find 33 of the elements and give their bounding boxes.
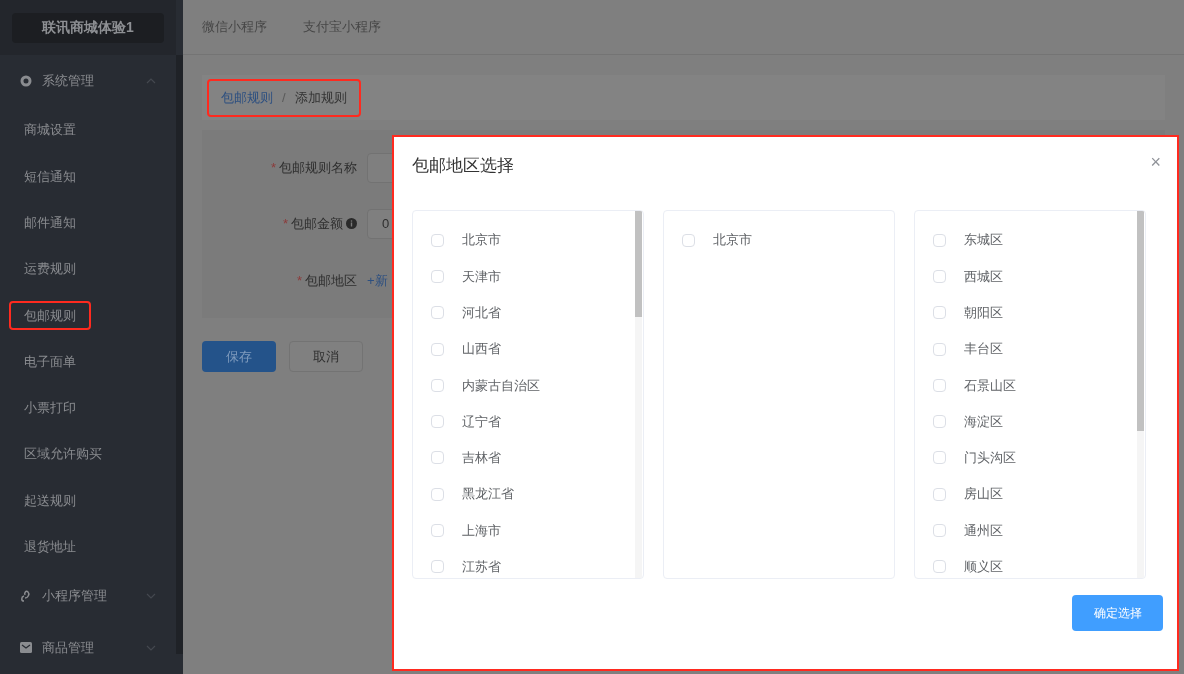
region-name: 东城区 xyxy=(964,231,1003,250)
menu-group-label: 系统管理 xyxy=(42,72,95,91)
menu-group-label: 商品管理 xyxy=(42,639,95,658)
region-name: 天津市 xyxy=(462,267,501,286)
region-name: 江苏省 xyxy=(462,558,501,577)
region-name: 西城区 xyxy=(964,267,1003,286)
region-name: 上海市 xyxy=(462,521,501,540)
breadcrumb-separator: / xyxy=(282,88,286,107)
field-label: 包邮地区 xyxy=(305,271,357,290)
required-mark: * xyxy=(270,158,276,177)
field-label: 包邮金额 xyxy=(291,215,343,234)
region-name: 内蒙古自治区 xyxy=(462,376,540,395)
dialog-title: 包邮地区选择 xyxy=(412,155,514,177)
region-name: 石景山区 xyxy=(964,376,1016,395)
region-name: 海淀区 xyxy=(964,412,1003,431)
menu-group-label: 小程序管理 xyxy=(42,587,108,606)
region-name: 河北省 xyxy=(462,304,501,322)
region-name: 山西省 xyxy=(462,340,501,359)
region-name: 北京市 xyxy=(462,231,501,250)
required-mark: * xyxy=(282,215,288,234)
region-name: 朝阳区 xyxy=(964,304,1003,322)
region-name: 门头沟区 xyxy=(964,449,1016,468)
region-name: 丰台区 xyxy=(964,340,1003,359)
region-name: 吉林省 xyxy=(462,449,501,468)
field-label: 包邮规则名称 xyxy=(279,158,357,177)
required-mark: * xyxy=(296,271,302,290)
region-name: 北京市 xyxy=(713,231,752,250)
region-name: 黑龙江省 xyxy=(462,485,514,504)
region-name: 辽宁省 xyxy=(462,412,501,431)
region-name: 通州区 xyxy=(964,521,1003,540)
region-name: 顺义区 xyxy=(964,558,1003,577)
logo-title: 联讯商城体验1 xyxy=(12,12,164,43)
region-name: 房山区 xyxy=(964,485,1003,504)
